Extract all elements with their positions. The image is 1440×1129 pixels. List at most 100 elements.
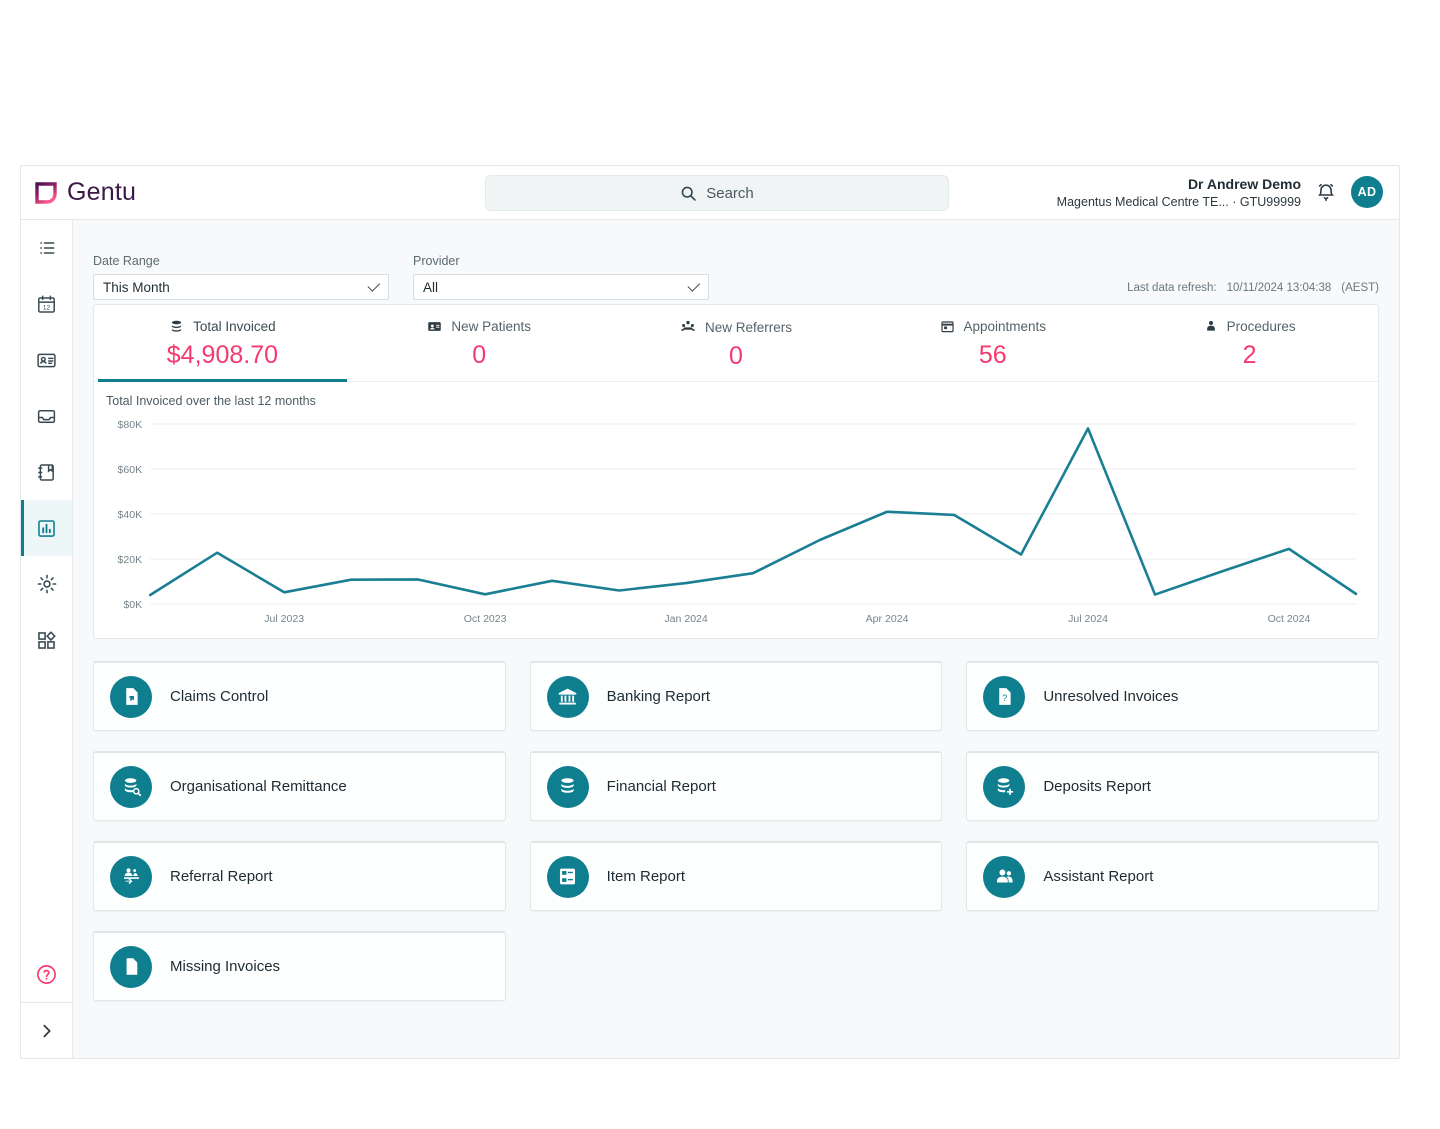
user-area: Dr Andrew Demo Magentus Medical Centre T…	[1057, 175, 1383, 211]
chart-area: $0K$20K$40K$60K$80KJul 2023Oct 2023Jan 2…	[104, 412, 1364, 630]
report-card-financial-report[interactable]: Financial Report	[530, 751, 943, 821]
report-label: Missing Invoices	[170, 958, 280, 975]
kpi-label: Appointments	[964, 319, 1047, 334]
provider-field: Provider All	[413, 254, 709, 300]
help-circle-icon	[35, 963, 58, 986]
main-content: Date Range This Month Provider All Last …	[73, 220, 1399, 1058]
chart-y-tick-label: $80K	[118, 419, 143, 431]
kpi-value: $4,908.70	[94, 341, 351, 370]
user-name: Dr Andrew Demo	[1057, 175, 1301, 194]
chart-x-tick-label: Oct 2024	[1268, 613, 1311, 625]
kpi-value: 0	[608, 342, 865, 371]
sidebar-item-settings[interactable]	[21, 556, 72, 612]
database-plus-icon	[983, 766, 1025, 808]
app-header: Gentu Search Dr Andrew Demo Magentus Med…	[21, 166, 1399, 220]
referral-icon	[110, 856, 152, 898]
report-card-banking-report[interactable]: Banking Report	[530, 661, 943, 731]
kpi-tab-new-patients[interactable]: New Patients 0	[351, 305, 608, 381]
coins-stack-icon	[169, 319, 184, 334]
report-card-organisational-remittance[interactable]: Organisational Remittance	[93, 751, 506, 821]
person-icon	[1204, 319, 1218, 334]
user-text: Dr Andrew Demo Magentus Medical Centre T…	[1057, 175, 1301, 211]
report-label: Unresolved Invoices	[1043, 688, 1178, 705]
search-input[interactable]: Search	[485, 175, 949, 211]
calendar-icon: 12	[36, 294, 57, 315]
report-card-unresolved-invoices[interactable]: ? Unresolved Invoices	[966, 661, 1379, 731]
sidebar-item-records[interactable]	[21, 444, 72, 500]
kpi-tab-total-invoiced[interactable]: Total Invoiced $4,908.70	[94, 305, 351, 381]
calendar-icon	[940, 319, 955, 334]
provider-select[interactable]: All	[413, 274, 709, 300]
contact-card-icon	[36, 350, 57, 371]
report-card-referral-report[interactable]: Referral Report	[93, 841, 506, 911]
reports-grid: Claims Control Banking Report	[93, 661, 1379, 1001]
chart-panel: Total Invoiced over the last 12 months $…	[94, 382, 1378, 638]
report-card-assistant-report[interactable]: Assistant Report	[966, 841, 1379, 911]
search-icon	[680, 185, 697, 202]
chart-x-tick-label: Jul 2024	[1068, 613, 1108, 625]
provider-label: Provider	[413, 254, 709, 268]
total-invoiced-line-chart: $0K$20K$40K$60K$80KJul 2023Oct 2023Jan 2…	[104, 412, 1364, 630]
report-label: Financial Report	[607, 778, 716, 795]
patient-card-icon	[427, 319, 442, 334]
people-icon	[983, 856, 1025, 898]
bank-icon	[547, 676, 589, 718]
chart-series-line	[150, 429, 1356, 596]
chevron-down-icon	[367, 279, 380, 292]
report-card-missing-invoices[interactable]: Missing Invoices	[93, 931, 506, 1001]
svg-text:12: 12	[43, 304, 51, 311]
sidebar-item-list[interactable]	[21, 220, 72, 276]
provider-value: All	[423, 280, 689, 295]
kpi-label: Procedures	[1227, 319, 1296, 334]
chart-x-tick-label: Apr 2024	[866, 613, 909, 625]
gentu-logo-icon	[35, 182, 57, 204]
app-window: Gentu Search Dr Andrew Demo Magentus Med…	[20, 165, 1400, 1059]
sidebar-item-help[interactable]	[21, 946, 72, 1002]
report-label: Assistant Report	[1043, 868, 1153, 885]
report-label: Organisational Remittance	[170, 778, 347, 795]
kpi-value: 0	[351, 341, 608, 370]
database-icon	[547, 766, 589, 808]
claims-document-icon	[110, 676, 152, 718]
chart-x-tick-label: Jul 2023	[264, 613, 304, 625]
kpi-value: 56	[864, 341, 1121, 370]
last-data-refresh: Last data refresh: 10/11/2024 13:04:38 (…	[1127, 282, 1379, 294]
sidebar-expand-button[interactable]	[21, 1002, 72, 1058]
sidebar-item-appointments[interactable]: 12	[21, 276, 72, 332]
list-icon	[37, 238, 57, 258]
inbox-icon	[36, 406, 57, 427]
apps-icon	[36, 630, 57, 651]
report-label: Referral Report	[170, 868, 273, 885]
report-card-deposits-report[interactable]: Deposits Report	[966, 751, 1379, 821]
report-label: Claims Control	[170, 688, 268, 705]
filter-bar: Date Range This Month Provider All Last …	[93, 238, 1379, 300]
kpi-label: Total Invoiced	[193, 319, 276, 334]
kpi-tab-procedures[interactable]: Procedures 2	[1121, 305, 1378, 381]
avatar[interactable]: AD	[1351, 176, 1383, 208]
kpi-tabs: Total Invoiced $4,908.70	[94, 305, 1378, 382]
svg-text:?: ?	[1002, 693, 1007, 703]
report-card-claims-control[interactable]: Claims Control	[93, 661, 506, 731]
date-range-select[interactable]: This Month	[93, 274, 389, 300]
refresh-timezone: (AEST)	[1341, 282, 1379, 294]
report-card-item-report[interactable]: Item Report	[530, 841, 943, 911]
sidebar-item-inbox[interactable]	[21, 388, 72, 444]
refresh-timestamp: 10/11/2024 13:04:38	[1227, 282, 1332, 294]
document-question-icon: ?	[983, 676, 1025, 718]
sidebar-item-apps[interactable]	[21, 612, 72, 668]
date-range-label: Date Range	[93, 254, 389, 268]
chart-x-tick-label: Jan 2024	[664, 613, 708, 625]
sidebar-item-reports[interactable]	[21, 500, 72, 556]
chart-x-tick-label: Oct 2023	[464, 613, 507, 625]
chart-y-tick-label: $0K	[123, 599, 142, 611]
sidebar: 12	[21, 220, 73, 1058]
kpi-tab-new-referrers[interactable]: New Referrers 0	[608, 305, 865, 381]
sidebar-item-patients[interactable]	[21, 332, 72, 388]
kpi-tab-appointments[interactable]: Appointments 56	[864, 305, 1121, 381]
brand-name: Gentu	[67, 178, 136, 207]
people-group-icon	[680, 319, 696, 335]
list-panel-icon	[547, 856, 589, 898]
report-label: Item Report	[607, 868, 685, 885]
kpi-value: 2	[1121, 341, 1378, 370]
bell-icon[interactable]	[1315, 181, 1337, 203]
